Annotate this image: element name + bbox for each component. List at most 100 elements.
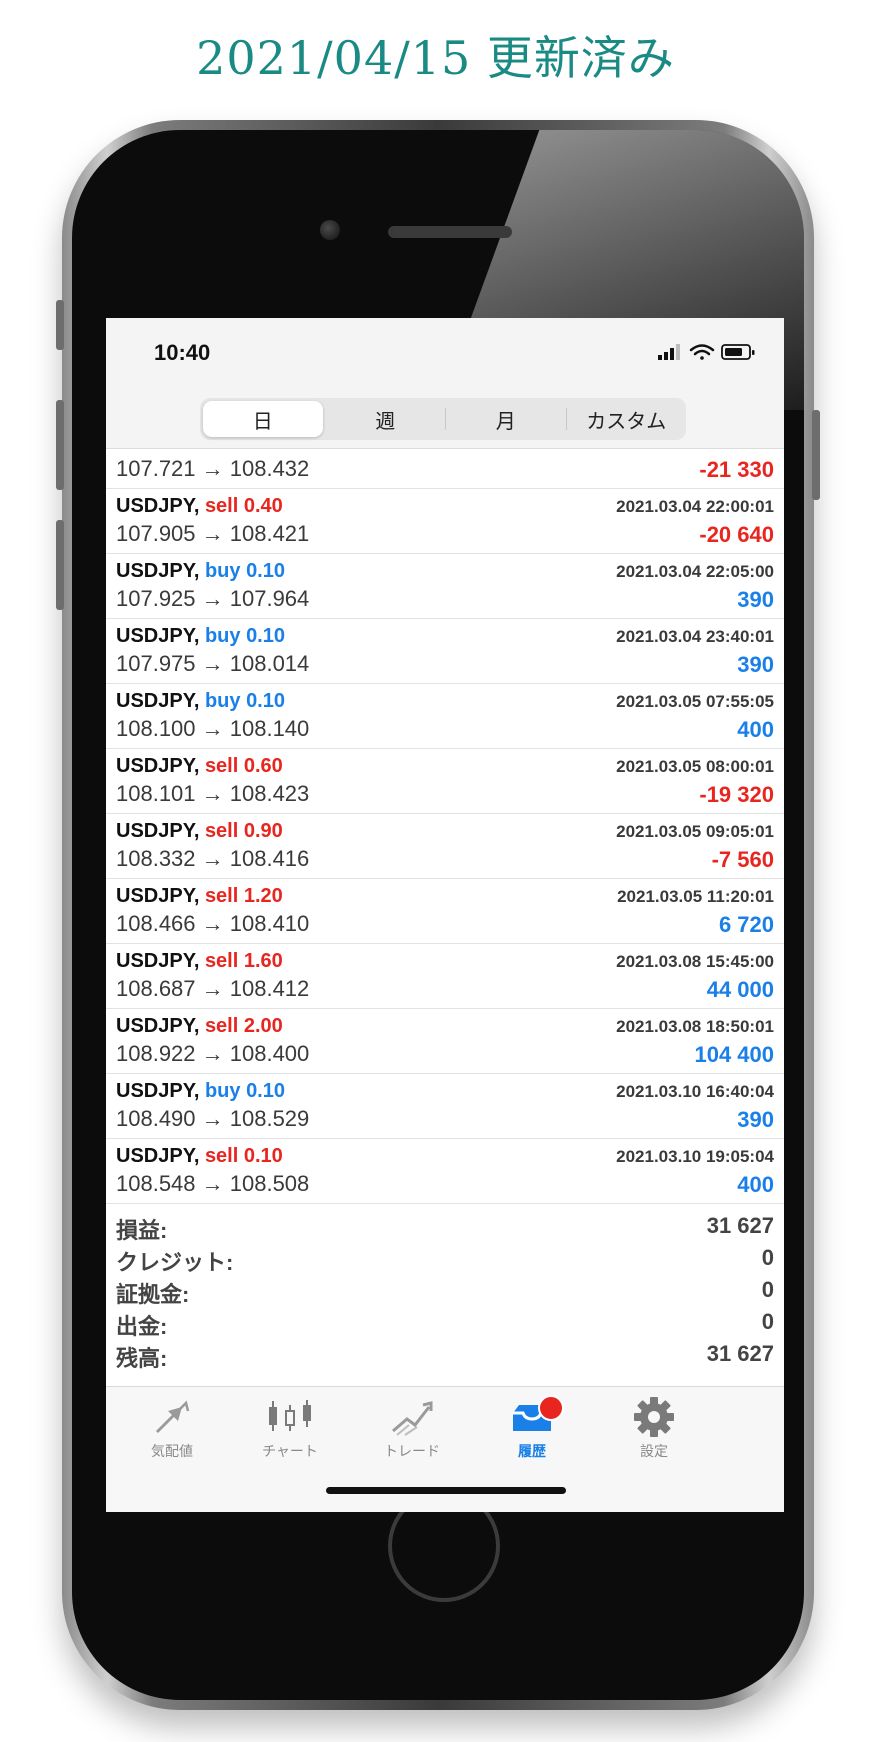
tab-history[interactable]: 履歴	[472, 1395, 592, 1461]
trade-prices: 108.466 → 108.410	[116, 911, 310, 936]
trade-side: buy	[204, 690, 241, 712]
summary-value: 0	[761, 1309, 774, 1334]
trade-prices: 107.975 → 108.014	[116, 651, 310, 676]
trade-lots: 0.10	[243, 1145, 283, 1167]
summary-value: 0	[761, 1245, 774, 1270]
trade-row[interactable]: USDJPY, sell 1.20 2021.03.05 11:20:01 108.…	[106, 879, 784, 944]
status-indicators-icon	[658, 344, 755, 360]
tab-trade[interactable]: トレード	[352, 1395, 472, 1461]
summary-value: 0	[761, 1277, 774, 1302]
status-icons	[658, 342, 758, 362]
tab-quotes[interactable]: 気配値	[112, 1395, 232, 1461]
tab-settings[interactable]: 設定	[594, 1395, 714, 1461]
trade-title: USDJPY, sell 0.90	[116, 820, 283, 843]
trade-history-list: 107.721 → 108.432 -21 330 USDJPY, sell 0…	[106, 449, 784, 1204]
period-segmented-control: 日 週 月 カスタム	[200, 398, 686, 440]
trade-row[interactable]: USDJPY, sell 1.60 2021.03.08 15:45:00 108.…	[106, 944, 784, 1009]
account-summary: 損益: 31 627 クレジット: 0 証拠金: 0 出金: 0 残高: 31 627	[106, 1209, 784, 1371]
trade-symbol: USDJPY,	[116, 690, 200, 712]
trade-symbol: USDJPY,	[116, 755, 200, 777]
trade-side: sell	[204, 950, 239, 972]
summary-row: 証拠金: 0	[106, 1273, 784, 1307]
segment-custom[interactable]: カスタム	[567, 398, 687, 440]
trade-date: 2021.03.08 15:45:00	[616, 952, 774, 971]
trade-side: sell	[204, 755, 239, 777]
trade-symbol: USDJPY,	[116, 495, 200, 517]
trade-profit: 104 400	[694, 1042, 774, 1067]
earpiece-speaker	[388, 226, 512, 238]
trade-row[interactable]: USDJPY, sell 0.40 2021.03.04 22:00:01 107.…	[106, 489, 784, 554]
trade-lots: 1.60	[243, 950, 283, 972]
trade-prices: 107.925 → 107.964	[116, 586, 310, 611]
history-tray-icon	[472, 1395, 592, 1439]
trade-symbol: USDJPY,	[116, 885, 200, 907]
trade-lots: 1.20	[243, 885, 283, 907]
trade-side: sell	[204, 1145, 239, 1167]
trade-date: 2021.03.04 22:05:00	[616, 562, 774, 581]
volume-up-button	[56, 400, 64, 490]
trade-row[interactable]: USDJPY, sell 2.00 2021.03.08 18:50:01 108.…	[106, 1009, 784, 1074]
trade-profit: -7 560	[711, 847, 774, 872]
trade-date: 2021.03.10 19:05:04	[616, 1147, 774, 1166]
trade-prices: 108.548 → 108.508	[116, 1171, 310, 1196]
trade-row-partial[interactable]: 107.721 → 108.432 -21 330	[106, 449, 784, 489]
trade-symbol: USDJPY,	[116, 1015, 200, 1037]
trade-row[interactable]: USDJPY, sell 0.10 2021.03.10 19:05:04 108.…	[106, 1139, 784, 1204]
trade-symbol: USDJPY,	[116, 1145, 200, 1167]
trade-title: USDJPY, buy 0.10	[116, 1080, 285, 1103]
trade-lots: 0.40	[243, 495, 283, 517]
trade-title: USDJPY, sell 1.20	[116, 885, 283, 908]
trade-profit: 400	[737, 717, 774, 742]
tab-chart[interactable]: チャート	[230, 1395, 350, 1461]
trade-prices: 107.721 → 108.432	[116, 456, 310, 481]
trade-row[interactable]: USDJPY, buy 0.10 2021.03.04 23:40:01 107.9…	[106, 619, 784, 684]
trade-lots: 0.10	[246, 625, 285, 647]
summary-row: 残高: 31 627	[106, 1337, 784, 1371]
summary-row: 出金: 0	[106, 1305, 784, 1339]
trade-date: 2021.03.05 07:55:05	[616, 692, 774, 711]
trade-lots: 0.90	[243, 820, 283, 842]
front-camera	[320, 220, 340, 240]
trade-prices: 107.905 → 108.421	[116, 521, 310, 546]
trade-side: buy	[204, 625, 241, 647]
mute-switch	[56, 300, 64, 350]
trade-row[interactable]: USDJPY, sell 0.60 2021.03.05 08:00:01 108.…	[106, 749, 784, 814]
battery-icon	[721, 344, 755, 360]
trade-date: 2021.03.10 16:40:04	[616, 1082, 774, 1101]
trade-row[interactable]: USDJPY, sell 0.90 2021.03.05 09:05:01 108.…	[106, 814, 784, 879]
signal-icon	[658, 344, 680, 360]
trade-row[interactable]: USDJPY, buy 0.10 2021.03.10 16:40:04 108.4…	[106, 1074, 784, 1139]
trade-date: 2021.03.05 11:20:01	[617, 887, 774, 906]
trade-row[interactable]: USDJPY, buy 0.10 2021.03.04 22:05:00 107.9…	[106, 554, 784, 619]
segment-day[interactable]: 日	[203, 401, 323, 437]
summary-row: 損益: 31 627	[106, 1209, 784, 1243]
trade-prices: 108.332 → 108.416	[116, 846, 310, 871]
tab-label: 気配値	[151, 1443, 193, 1459]
trade-title: USDJPY, buy 0.10	[116, 625, 285, 648]
wifi-icon	[689, 344, 715, 360]
trade-date: 2021.03.08 18:50:01	[616, 1017, 774, 1036]
segment-week[interactable]: 週	[326, 398, 446, 440]
quotes-arrows-icon	[112, 1395, 232, 1439]
status-bar: 10:40	[106, 318, 784, 388]
tab-label: 設定	[640, 1443, 668, 1459]
trade-symbol: USDJPY,	[116, 950, 200, 972]
candlestick-chart-icon	[230, 1395, 350, 1439]
tab-label: 履歴	[518, 1443, 546, 1459]
trade-side: sell	[204, 885, 239, 907]
trade-trend-icon	[352, 1395, 472, 1439]
trade-profit: 390	[737, 1107, 774, 1132]
trade-profit: 390	[737, 587, 774, 612]
trade-symbol: USDJPY,	[116, 1080, 200, 1102]
trade-date: 2021.03.05 08:00:01	[616, 757, 774, 776]
trade-row[interactable]: USDJPY, buy 0.10 2021.03.05 07:55:05 108.1…	[106, 684, 784, 749]
trade-title: USDJPY, sell 0.40	[116, 495, 283, 518]
segment-month[interactable]: 月	[446, 398, 566, 440]
volume-down-button	[56, 520, 64, 610]
trade-lots: 0.60	[243, 755, 283, 777]
trade-prices: 108.922 → 108.400	[116, 1041, 310, 1066]
trade-prices: 108.101 → 108.423	[116, 781, 310, 806]
summary-value: 31 627	[706, 1213, 774, 1238]
page-title: 2021/04/15 更新済み	[196, 31, 675, 85]
summary-value: 31 627	[706, 1341, 774, 1366]
